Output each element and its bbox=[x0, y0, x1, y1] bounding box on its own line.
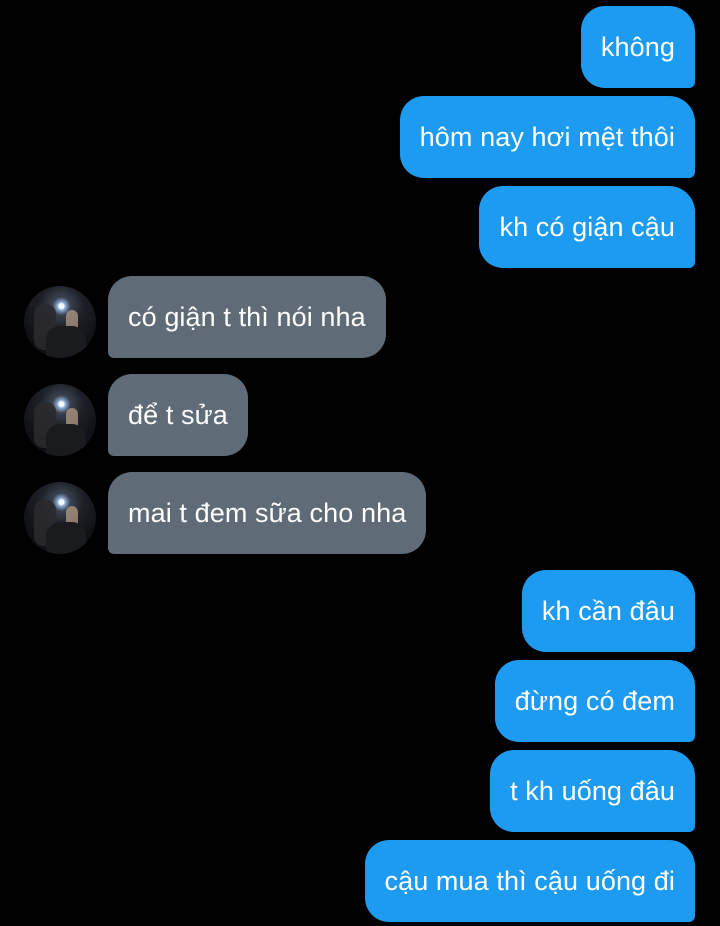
message-text: đừng có đem bbox=[514, 685, 675, 716]
message-thread: không hôm nay hơi mệt thôi kh có giận cậ… bbox=[0, 0, 720, 926]
message-text: cậu mua thì cậu uống đi bbox=[384, 865, 675, 896]
message-bubble-incoming[interactable]: để t sửa bbox=[108, 374, 248, 456]
message-bubble-outgoing[interactable]: kh có giận cậu bbox=[479, 186, 695, 268]
message-text: t kh uống đâu bbox=[510, 775, 675, 806]
message-row-incoming: mai t đem sữa cho nha bbox=[0, 472, 720, 554]
message-text: kh có giận cậu bbox=[499, 211, 675, 242]
message-text: mai t đem sữa cho nha bbox=[128, 497, 407, 528]
message-bubble-outgoing[interactable]: hôm nay hơi mệt thôi bbox=[399, 96, 695, 178]
message-text: để t sửa bbox=[128, 399, 228, 430]
message-row-outgoing: kh cần đâu bbox=[0, 570, 720, 652]
message-bubble-incoming[interactable]: mai t đem sữa cho nha bbox=[108, 472, 427, 554]
message-text: không bbox=[600, 31, 675, 62]
message-bubble-outgoing[interactable]: kh cần đâu bbox=[521, 570, 695, 652]
message-text: hôm nay hơi mệt thôi bbox=[419, 121, 675, 152]
message-bubble-outgoing[interactable]: cậu mua thì cậu uống đi bbox=[364, 840, 695, 922]
message-row-incoming: để t sửa bbox=[0, 374, 720, 456]
avatar[interactable] bbox=[24, 384, 96, 456]
avatar[interactable] bbox=[24, 286, 96, 358]
message-row-outgoing: cậu mua thì cậu uống đi bbox=[0, 840, 720, 922]
message-row-incoming: có giận t thì nói nha bbox=[0, 276, 720, 358]
message-bubble-outgoing[interactable]: không bbox=[580, 6, 695, 88]
message-row-outgoing: đừng có đem bbox=[0, 660, 720, 742]
avatar[interactable] bbox=[24, 482, 96, 554]
message-bubble-outgoing[interactable]: t kh uống đâu bbox=[490, 750, 695, 832]
message-text: có giận t thì nói nha bbox=[128, 301, 366, 332]
message-bubble-incoming[interactable]: có giận t thì nói nha bbox=[108, 276, 386, 358]
message-bubble-outgoing[interactable]: đừng có đem bbox=[494, 660, 695, 742]
message-text: kh cần đâu bbox=[541, 595, 675, 626]
message-row-outgoing: hôm nay hơi mệt thôi bbox=[0, 96, 720, 178]
message-row-outgoing: t kh uống đâu bbox=[0, 750, 720, 832]
message-row-outgoing: không bbox=[0, 6, 720, 88]
message-row-outgoing: kh có giận cậu bbox=[0, 186, 720, 268]
